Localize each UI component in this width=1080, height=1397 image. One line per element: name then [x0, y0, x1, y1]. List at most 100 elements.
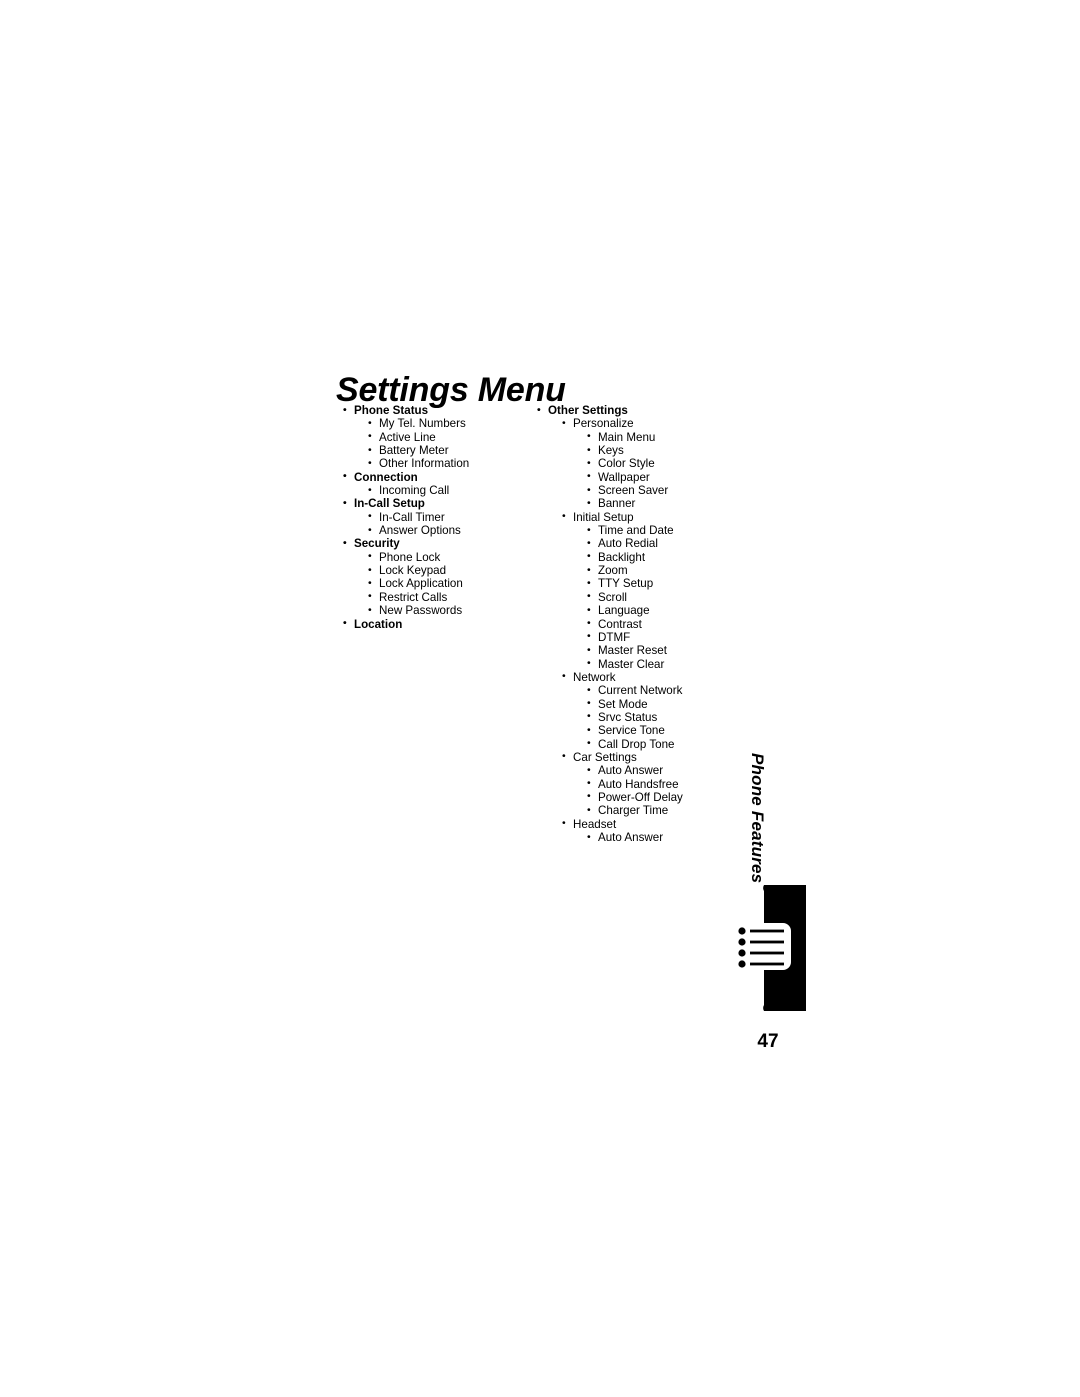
outline-item-label: Phone Lock: [367, 550, 536, 564]
outline-item: Scroll: [586, 590, 760, 604]
outline-item: TTY Setup: [586, 577, 760, 591]
outline-sublist: PersonalizeMain MenuKeysColor StyleWallp…: [536, 417, 760, 844]
outline-item: Keys: [586, 444, 760, 458]
outline-sublist: My Tel. NumbersActive LineBattery MeterO…: [342, 417, 536, 471]
outline-item: Service Tone: [586, 724, 760, 738]
outline-item: SecurityPhone LockLock KeypadLock Applic…: [342, 537, 536, 617]
outline-item: Phone Lock: [367, 550, 536, 564]
outline-item-label: Headset: [561, 817, 760, 831]
outline-item-label: Srvc Status: [586, 710, 760, 724]
outline-sublist: Current NetworkSet ModeSrvc StatusServic…: [561, 684, 760, 751]
outline-item-label: Personalize: [561, 417, 760, 431]
outline-item-label: Backlight: [586, 550, 760, 564]
outline-item-label: Screen Saver: [586, 484, 760, 498]
outline-item: Other SettingsPersonalizeMain MenuKeysCo…: [536, 403, 760, 844]
outline-item-label: Zoom: [586, 564, 760, 578]
outline-item: Color Style: [586, 457, 760, 471]
outline-item-label: Location: [342, 617, 536, 631]
outline-item-label: My Tel. Numbers: [367, 417, 536, 431]
outline-item-label: Battery Meter: [367, 444, 536, 458]
outline-item: In-Call SetupIn-Call TimerAnswer Options: [342, 497, 536, 537]
outline-sublist: Phone LockLock KeypadLock ApplicationRes…: [342, 550, 536, 618]
outline-item: HeadsetAuto Answer: [561, 817, 760, 845]
outline-item-label: Time and Date: [586, 524, 760, 538]
outline-item: Auto Answer: [586, 764, 760, 778]
outline-list-left: Phone StatusMy Tel. NumbersActive LineBa…: [336, 403, 536, 631]
outline-item: Active Line: [367, 430, 536, 444]
outline-item-label: Charger Time: [586, 804, 760, 818]
outline-column-right: Other SettingsPersonalizeMain MenuKeysCo…: [530, 403, 760, 844]
outline-item-label: New Passwords: [367, 604, 536, 618]
outline-item: Lock Application: [367, 577, 536, 591]
outline-item: Wallpaper: [586, 470, 760, 484]
outline-item: In-Call Timer: [367, 510, 536, 524]
outline-item-label: Network: [561, 670, 760, 684]
outline-item: Car SettingsAuto AnswerAuto HandsfreePow…: [561, 750, 760, 818]
outline-item: Master Clear: [586, 657, 760, 671]
outline-item-label: Set Mode: [586, 697, 760, 711]
outline-item: Time and Date: [586, 524, 760, 538]
outline-item: Restrict Calls: [367, 590, 536, 604]
outline-item: PersonalizeMain MenuKeysColor StyleWallp…: [561, 417, 760, 511]
outline-sublist: In-Call TimerAnswer Options: [342, 510, 536, 538]
outline-item: Current Network: [586, 684, 760, 698]
outline-item-label: Auto Answer: [586, 764, 760, 778]
outline-item-label: Lock Application: [367, 577, 536, 591]
outline-item-label: Security: [342, 537, 536, 551]
outline-item-label: Auto Redial: [586, 537, 760, 551]
outline-item: Banner: [586, 497, 760, 511]
outline-item: Battery Meter: [367, 444, 536, 458]
outline-item-label: In-Call Timer: [367, 510, 536, 524]
outline-item-label: Color Style: [586, 457, 760, 471]
outline-sublist: Incoming Call: [342, 484, 536, 498]
outline-item: Set Mode: [586, 697, 760, 711]
outline-item-label: Connection: [342, 470, 536, 484]
outline-sublist: Auto Answer: [561, 830, 760, 844]
outline-item: Initial SetupTime and DateAuto RedialBac…: [561, 510, 760, 671]
outline-item: Call Drop Tone: [586, 737, 760, 751]
outline-item-label: Restrict Calls: [367, 590, 536, 604]
outline-item: Master Reset: [586, 644, 760, 658]
outline-item: New Passwords: [367, 604, 536, 618]
outline-item: Auto Handsfree: [586, 777, 760, 791]
outline-item: My Tel. Numbers: [367, 417, 536, 431]
outline-item-label: Keys: [586, 444, 760, 458]
page-number: 47: [757, 1031, 779, 1052]
outline-item: Auto Redial: [586, 537, 760, 551]
outline-item: Other Information: [367, 457, 536, 471]
outline-item-label: In-Call Setup: [342, 497, 536, 511]
outline-item-label: Contrast: [586, 617, 760, 631]
outline-item-label: Answer Options: [367, 524, 536, 538]
outline-item: Contrast: [586, 617, 760, 631]
outline-item-label: Phone Status: [342, 403, 536, 417]
outline-item: DTMF: [586, 630, 760, 644]
outline-item-label: Service Tone: [586, 724, 760, 738]
outline-item: Incoming Call: [367, 484, 536, 498]
outline-item-label: Other Information: [367, 457, 536, 471]
outline-item-label: Auto Handsfree: [586, 777, 760, 791]
outline-item: Screen Saver: [586, 484, 760, 498]
outline-item: Backlight: [586, 550, 760, 564]
outline-sublist: Time and DateAuto RedialBacklightZoomTTY…: [561, 524, 760, 671]
outline-item-label: Banner: [586, 497, 760, 511]
side-tab-label: Phone Features: [748, 753, 767, 884]
outline-item: Phone StatusMy Tel. NumbersActive LineBa…: [342, 403, 536, 471]
outline-item: Location: [342, 617, 536, 631]
outline-item-label: Initial Setup: [561, 510, 760, 524]
outline-item-label: Wallpaper: [586, 470, 760, 484]
outline-item: ConnectionIncoming Call: [342, 470, 536, 498]
outline-item-label: Master Reset: [586, 644, 760, 658]
outline-item-label: Call Drop Tone: [586, 737, 760, 751]
outline-sublist: Main MenuKeysColor StyleWallpaperScreen …: [561, 430, 760, 511]
outline-item: Main Menu: [586, 430, 760, 444]
document-page: Settings Menu Phone StatusMy Tel. Number…: [0, 0, 1080, 1397]
outline-item: Auto Answer: [586, 830, 760, 844]
outline-list-right: Other SettingsPersonalizeMain MenuKeysCo…: [530, 403, 760, 844]
outline-item-label: Active Line: [367, 430, 536, 444]
outline-item-label: Scroll: [586, 590, 760, 604]
outline-item: Zoom: [586, 564, 760, 578]
outline-item-label: Master Clear: [586, 657, 760, 671]
chapter-tab-icon: [735, 885, 810, 1011]
outline-item-label: Auto Answer: [586, 830, 760, 844]
outline-item-label: Incoming Call: [367, 484, 536, 498]
